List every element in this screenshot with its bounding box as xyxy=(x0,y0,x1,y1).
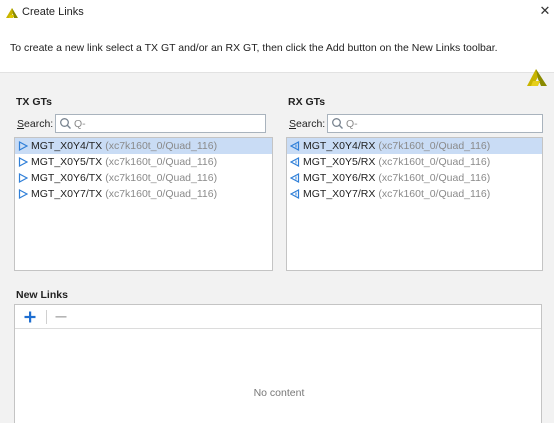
tx-gts-list[interactable]: MGT_X0Y4/TX (xc7k160t_0/Quad_116) MGT_X0Y5… xyxy=(14,137,273,271)
tx-search-field[interactable] xyxy=(55,114,266,133)
rx-gt-name: MGT_X0Y7/RX xyxy=(303,188,376,200)
tx-list-item[interactable]: MGT_X0Y4/TX (xc7k160t_0/Quad_116) xyxy=(15,138,272,154)
search-icon xyxy=(332,118,343,129)
rx-gt-path: (xc7k160t_0/Quad_116) xyxy=(378,188,491,200)
tx-list-item[interactable]: MGT_X0Y6/TX (xc7k160t_0/Quad_116) xyxy=(15,170,272,186)
tx-search-label: Search: xyxy=(17,118,54,130)
rx-gt-path: (xc7k160t_0/Quad_116) xyxy=(378,140,491,152)
rx-list-item[interactable]: MGT_X0Y5/RX (xc7k160t_0/Quad_116) xyxy=(287,154,542,170)
tx-port-icon xyxy=(18,157,28,167)
add-link-button[interactable] xyxy=(19,307,41,327)
tx-port-icon xyxy=(18,173,28,183)
rx-list-item[interactable]: MGT_X0Y6/RX (xc7k160t_0/Quad_116) xyxy=(287,170,542,186)
rx-gt-path: (xc7k160t_0/Quad_116) xyxy=(378,156,491,168)
vivado-logo-icon xyxy=(6,8,18,18)
remove-link-button[interactable] xyxy=(50,307,72,327)
rx-search-input[interactable] xyxy=(344,115,542,132)
tx-list-item[interactable]: MGT_X0Y5/TX (xc7k160t_0/Quad_116) xyxy=(15,154,272,170)
tx-gt-name: MGT_X0Y7/TX xyxy=(31,188,103,200)
rx-search-label: Search: xyxy=(289,118,326,130)
tx-gts-label: TX GTs xyxy=(16,96,52,108)
title-bar: Create Links ✕ xyxy=(0,0,554,25)
rx-list-item[interactable]: MGT_X0Y7/RX (xc7k160t_0/Quad_116) xyxy=(287,186,542,202)
rx-gt-path: (xc7k160t_0/Quad_116) xyxy=(378,172,491,184)
window-title: Create Links xyxy=(22,6,84,18)
tx-gt-path: (xc7k160t_0/Quad_116) xyxy=(105,156,218,168)
new-links-label: New Links xyxy=(16,289,68,301)
rx-port-icon xyxy=(290,173,300,183)
rx-gt-name: MGT_X0Y6/RX xyxy=(303,172,376,184)
instruction-banner: To create a new link select a TX GT and/… xyxy=(0,25,554,86)
vivado-logo-icon xyxy=(527,69,547,86)
rx-port-icon xyxy=(290,189,300,199)
search-icon xyxy=(60,118,71,129)
tx-gt-name: MGT_X0Y5/TX xyxy=(31,156,103,168)
rx-gts-list[interactable]: MGT_X0Y4/RX (xc7k160t_0/Quad_116) MGT_X0Y5… xyxy=(286,137,543,271)
rx-list-item[interactable]: MGT_X0Y4/RX (xc7k160t_0/Quad_116) xyxy=(287,138,542,154)
new-links-toolbar xyxy=(15,305,541,329)
tx-search-input[interactable] xyxy=(72,115,265,132)
instruction-text: To create a new link select a TX GT and/… xyxy=(10,42,498,54)
rx-gts-label: RX GTs xyxy=(288,96,326,108)
rx-gt-name: MGT_X0Y5/RX xyxy=(303,156,376,168)
tx-gt-name: MGT_X0Y6/TX xyxy=(31,172,103,184)
tx-gt-path: (xc7k160t_0/Quad_116) xyxy=(105,140,218,152)
tx-port-icon xyxy=(18,189,28,199)
tx-port-icon xyxy=(18,141,28,151)
tx-gt-name: MGT_X0Y4/TX xyxy=(31,140,103,152)
minus-icon xyxy=(55,315,67,318)
rx-port-icon xyxy=(290,141,300,151)
empty-state-text: No content xyxy=(253,387,305,399)
new-links-panel: No content xyxy=(14,304,542,423)
plus-icon xyxy=(24,311,36,322)
tx-list-item[interactable]: MGT_X0Y7/TX (xc7k160t_0/Quad_116) xyxy=(15,186,272,202)
rx-gt-name: MGT_X0Y4/RX xyxy=(303,140,376,152)
rx-search-field[interactable] xyxy=(327,114,543,133)
rx-port-icon xyxy=(290,157,300,167)
tx-gt-path: (xc7k160t_0/Quad_116) xyxy=(105,172,218,184)
toolbar-separator xyxy=(46,309,47,324)
tx-gt-path: (xc7k160t_0/Quad_116) xyxy=(105,188,218,200)
close-icon[interactable]: ✕ xyxy=(538,3,552,19)
